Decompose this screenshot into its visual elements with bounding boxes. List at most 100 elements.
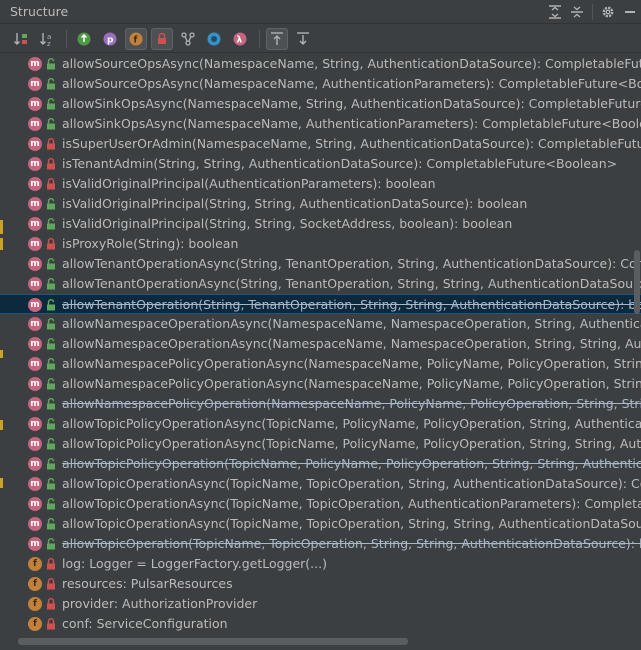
field-icon: f: [28, 617, 42, 631]
autoscroll-to-source-icon[interactable]: [266, 27, 288, 50]
private-lock-icon: [47, 238, 55, 250]
private-lock-icon: [47, 558, 55, 570]
gear-icon[interactable]: [597, 1, 619, 23]
autoscroll-from-source-icon[interactable]: [292, 28, 314, 50]
tree-row-method[interactable]: m allowTopicPolicyOperationAsync(TopicNam…: [0, 414, 641, 434]
tree-row-method[interactable]: m allowSourceOpsAsync(NamespaceName, Stri…: [0, 54, 641, 74]
tree-row-method[interactable]: m isProxyRole(String): boolean: [0, 234, 641, 254]
member-icons: m: [28, 357, 58, 371]
vertical-scrollbar[interactable]: [634, 250, 640, 314]
tree-row-method[interactable]: m allowNamespacePolicyOperationAsync(Name…: [0, 374, 641, 394]
method-icon: m: [28, 377, 42, 391]
method-icon: m: [28, 457, 42, 471]
tree-row-method[interactable]: m allowNamespacePolicyOperationAsync(Name…: [0, 354, 641, 374]
public-lock-icon: [47, 218, 55, 230]
tree-row-method[interactable]: m isTenantAdmin(String, String, Authentic…: [0, 154, 641, 174]
tree-row-method[interactable]: m allowTenantOperationAsync(String, Tenan…: [0, 254, 641, 274]
sort-by-visibility-icon[interactable]: [10, 28, 32, 50]
member-signature: isValidOriginalPrincipal(AuthenticationP…: [62, 176, 436, 191]
tree-row-field[interactable]: f provider: AuthorizationProvider: [0, 594, 641, 614]
tree-row-method[interactable]: m allowNamespaceOperationAsync(NamespaceN…: [0, 314, 641, 334]
method-icon: m: [28, 197, 42, 211]
member-signature: allowSourceOpsAsync(NamespaceName, Authe…: [62, 76, 641, 91]
method-icon: m: [28, 217, 42, 231]
tree-row-method[interactable]: m allowSinkOpsAsync(NamespaceName, String…: [0, 94, 641, 114]
method-icon: m: [28, 517, 42, 531]
tree-row-method[interactable]: m allowTenantOperation(String, TenantOper…: [0, 294, 641, 314]
member-signature: allowSinkOpsAsync(NamespaceName, Authent…: [62, 116, 641, 131]
method-icon: m: [28, 157, 42, 171]
method-icon: m: [28, 497, 42, 511]
tree-row-method[interactable]: m allowSinkOpsAsync(NamespaceName, Authen…: [0, 114, 641, 134]
tree-row-method[interactable]: m allowTopicPolicyOperationAsync(TopicNam…: [0, 434, 641, 454]
member-icons: m: [28, 177, 58, 191]
member-icons: f: [28, 617, 58, 631]
tree-row-method[interactable]: m allowTopicOperationAsync(TopicName, Top…: [0, 474, 641, 494]
header-actions: [544, 0, 641, 24]
member-signature: allowSinkOpsAsync(NamespaceName, String,…: [62, 96, 641, 111]
member-signature: conf: ServiceConfiguration: [62, 616, 228, 631]
structure-tree[interactable]: m allowSourceOpsAsync(NamespaceName, Stri…: [0, 54, 641, 634]
tree-row-method[interactable]: m allowSourceOpsAsync(NamespaceName, Auth…: [0, 74, 641, 94]
member-signature: allowNamespaceOperationAsync(NamespaceNa…: [62, 336, 641, 351]
tree-row-method[interactable]: m isValidOriginalPrincipal(String, String…: [0, 214, 641, 234]
expand-all-icon[interactable]: [544, 1, 566, 23]
member-icons: m: [28, 197, 58, 211]
show-anonymous-icon[interactable]: [203, 28, 225, 50]
method-icon: m: [28, 397, 42, 411]
member-signature: allowNamespacePolicyOperation(NamespaceN…: [62, 396, 641, 411]
tree-row-method[interactable]: m allowTopicOperation(TopicName, TopicOpe…: [0, 534, 641, 554]
tree-row-method[interactable]: m isValidOriginalPrincipal(Authentication…: [0, 174, 641, 194]
public-lock-icon: [47, 518, 55, 530]
method-icon: m: [28, 357, 42, 371]
show-inherited-icon[interactable]: [73, 28, 95, 50]
method-icon: m: [28, 337, 42, 351]
show-non-public-icon[interactable]: [151, 27, 173, 50]
member-icons: m: [28, 97, 58, 111]
collapse-all-icon[interactable]: [566, 1, 588, 23]
member-signature: allowTopicOperationAsync(TopicName, Topi…: [62, 516, 641, 531]
field-icon: f: [28, 557, 42, 571]
member-signature: allowNamespaceOperationAsync(NamespaceNa…: [62, 316, 641, 331]
show-lambda-icon[interactable]: λ: [229, 28, 251, 50]
horizontal-scrollbar[interactable]: [18, 638, 408, 645]
member-signature: allowTenantOperationAsync(String, Tenant…: [62, 256, 641, 271]
tree-row-method[interactable]: m allowNamespacePolicyOperation(Namespace…: [0, 394, 641, 414]
tree-row-method[interactable]: m allowNamespaceOperationAsync(NamespaceN…: [0, 334, 641, 354]
tree-row-method[interactable]: m allowTopicOperationAsync(TopicName, Top…: [0, 494, 641, 514]
tree-row-method[interactable]: m allowTopicPolicyOperation(TopicName, Po…: [0, 454, 641, 474]
tree-row-method[interactable]: m isValidOriginalPrincipal(String, String…: [0, 194, 641, 214]
show-lambdas-icon[interactable]: [177, 28, 199, 50]
tool-window-header: Structure: [0, 0, 641, 24]
sort-alphabetically-icon[interactable]: az: [36, 28, 58, 50]
tree-row-method[interactable]: m allowTopicOperationAsync(TopicName, Top…: [0, 514, 641, 534]
private-lock-icon: [47, 158, 55, 170]
member-icons: m: [28, 537, 58, 551]
member-signature: allowTopicOperationAsync(TopicName, Topi…: [62, 496, 641, 511]
tree-row-field[interactable]: f log: Logger = LoggerFactory.getLogger(.…: [0, 554, 641, 574]
svg-text:p: p: [107, 35, 114, 45]
public-lock-icon: [47, 78, 55, 90]
method-icon: m: [28, 537, 42, 551]
show-fields-icon[interactable]: f: [125, 27, 147, 50]
member-icons: m: [28, 517, 58, 531]
public-lock-icon: [47, 398, 55, 410]
member-icons: m: [28, 117, 58, 131]
member-signature: allowTenantOperation(String, TenantOpera…: [62, 297, 641, 312]
public-lock-icon: [47, 118, 55, 130]
tree-row-method[interactable]: m isSuperUserOrAdmin(NamespaceName, Strin…: [0, 134, 641, 154]
hide-icon[interactable]: [619, 1, 641, 23]
public-lock-icon: [47, 338, 55, 350]
header-separator: [592, 4, 593, 20]
tree-row-field[interactable]: f resources: PulsarResources: [0, 574, 641, 594]
tree-row-method[interactable]: m allowTenantOperationAsync(String, Tenan…: [0, 274, 641, 294]
private-lock-icon: [47, 138, 55, 150]
public-lock-icon: [47, 198, 55, 210]
member-icons: f: [28, 597, 58, 611]
member-icons: m: [28, 477, 58, 491]
show-properties-icon[interactable]: p: [99, 28, 121, 50]
tree-row-field[interactable]: f conf: ServiceConfiguration: [0, 614, 641, 634]
public-lock-icon: [47, 458, 55, 470]
member-signature: allowTopicPolicyOperation(TopicName, Pol…: [62, 456, 641, 471]
member-icons: m: [28, 217, 58, 231]
